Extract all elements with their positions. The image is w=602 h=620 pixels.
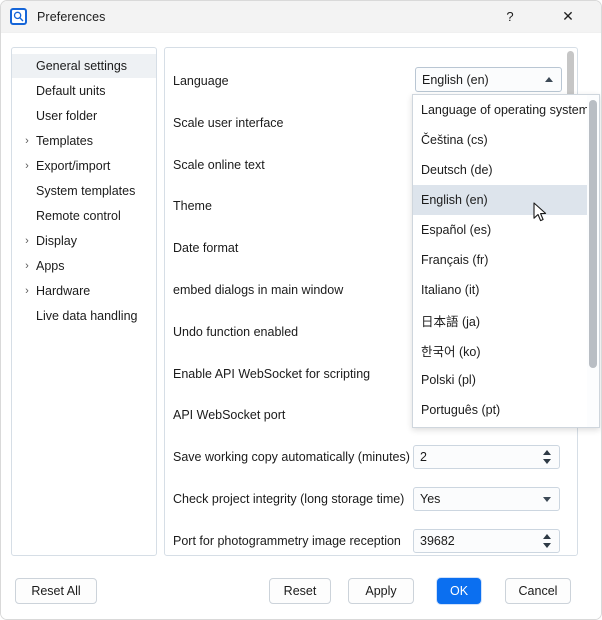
- setting-label: Undo function enabled: [173, 325, 298, 339]
- setting-label: Date format: [173, 241, 238, 255]
- sidebar-item-export-import[interactable]: ›Export/import: [12, 154, 156, 178]
- setting-label: Language: [173, 74, 229, 88]
- chevron-down-icon[interactable]: [543, 497, 551, 502]
- sidebar-item-label: Remote control: [36, 209, 121, 223]
- sidebar-item-label: Default units: [36, 84, 105, 98]
- sidebar-item-label: Apps: [36, 259, 65, 273]
- setting-value: 39682: [414, 534, 455, 548]
- dropdown-option[interactable]: 한국어 (ko): [413, 335, 589, 365]
- spinner-arrows-icon[interactable]: [543, 450, 552, 464]
- dropdown-option[interactable]: Français (fr): [413, 245, 589, 275]
- title-bar: Preferences ? ✕: [1, 1, 602, 33]
- sidebar-item-templates[interactable]: ›Templates: [12, 129, 156, 153]
- setting-label: API WebSocket port: [173, 408, 285, 422]
- help-button[interactable]: ?: [487, 1, 533, 32]
- sidebar-item-live-data-handling[interactable]: Live data handling: [12, 304, 156, 328]
- setting-row: Check project integrity (long storage ti…: [165, 478, 578, 520]
- settings-category-tree[interactable]: General settings Default units User folder…: [11, 47, 157, 556]
- chevron-right-icon[interactable]: ›: [18, 261, 36, 272]
- setting-spinbox[interactable]: 39682: [413, 529, 560, 553]
- setting-label: Check project integrity (long storage ti…: [173, 492, 404, 506]
- setting-value: Yes: [414, 492, 440, 506]
- chevron-right-icon[interactable]: ›: [18, 286, 36, 297]
- chevron-right-icon[interactable]: ›: [18, 236, 36, 247]
- sidebar-item-label: Display: [36, 234, 77, 248]
- ok-button[interactable]: OK: [437, 578, 481, 604]
- setting-label: Save working copy automatically (minutes…: [173, 450, 410, 464]
- dropdown-option[interactable]: Italiano (it): [413, 275, 589, 305]
- sidebar-item-label: Templates: [36, 134, 93, 148]
- setting-row: Port for photogrammetry image reception 3…: [165, 520, 578, 556]
- sidebar-item-label: Export/import: [36, 159, 110, 173]
- dropdown-option[interactable]: English (en): [413, 185, 589, 215]
- sidebar-item-hardware[interactable]: ›Hardware: [12, 279, 156, 303]
- spinner-arrows-icon[interactable]: [543, 534, 552, 548]
- dropdown-option[interactable]: Português (pt): [413, 395, 589, 425]
- dropdown-option[interactable]: Polski (pl): [413, 365, 589, 395]
- dropdown-scrollbar[interactable]: [587, 95, 599, 428]
- dropdown-option[interactable]: Deutsch (de): [413, 155, 589, 185]
- sidebar-item-system-templates[interactable]: System templates: [12, 179, 156, 203]
- chevron-right-icon[interactable]: ›: [18, 161, 36, 172]
- dropdown-option[interactable]: Language of operating system: [413, 95, 589, 125]
- language-dropdown-popup[interactable]: Language of operating systemČeština (cs)…: [412, 94, 600, 428]
- sidebar-item-display[interactable]: ›Display: [12, 229, 156, 253]
- setting-value: 2: [414, 450, 427, 464]
- sidebar-item-label: Hardware: [36, 284, 90, 298]
- setting-spinbox[interactable]: 2: [413, 445, 560, 469]
- dropdown-option[interactable]: 日本語 (ja): [413, 305, 589, 335]
- sidebar-item-label: User folder: [36, 109, 97, 123]
- chevron-up-icon: [545, 77, 553, 82]
- chevron-right-icon[interactable]: ›: [18, 136, 36, 147]
- sidebar-item-label: System templates: [36, 184, 135, 198]
- dialog-footer: Reset All Reset Apply OK Cancel: [1, 563, 602, 619]
- language-combobox-value: English (en): [416, 73, 489, 87]
- setting-label: Scale user interface: [173, 116, 283, 130]
- preferences-dialog: Preferences ? ✕ General settings Default …: [0, 0, 602, 620]
- sidebar-item-label: Live data handling: [36, 309, 137, 323]
- setting-row: Save working copy automatically (minutes…: [165, 436, 578, 478]
- sidebar-item-user-folder[interactable]: User folder: [12, 104, 156, 128]
- setting-label: Theme: [173, 199, 212, 213]
- sidebar-item-general-settings[interactable]: General settings: [12, 54, 156, 78]
- sidebar-item-label: General settings: [36, 59, 127, 73]
- search-app-icon: [10, 8, 27, 25]
- setting-combobox[interactable]: Yes: [413, 487, 560, 511]
- reset-all-button[interactable]: Reset All: [15, 578, 97, 604]
- apply-button[interactable]: Apply: [348, 578, 414, 604]
- reset-button[interactable]: Reset: [269, 578, 331, 604]
- setting-label: Port for photogrammetry image reception: [173, 534, 401, 548]
- setting-label: Scale online text: [173, 158, 265, 172]
- close-button[interactable]: ✕: [545, 1, 591, 32]
- cancel-button[interactable]: Cancel: [505, 578, 571, 604]
- sidebar-item-default-units[interactable]: Default units: [12, 79, 156, 103]
- window-title: Preferences: [37, 10, 106, 24]
- dropdown-scrollbar-thumb[interactable]: [589, 100, 597, 368]
- sidebar-item-remote-control[interactable]: Remote control: [12, 204, 156, 228]
- setting-label: embed dialogs in main window: [173, 283, 343, 297]
- sidebar-item-apps[interactable]: ›Apps: [12, 254, 156, 278]
- language-combobox[interactable]: English (en): [415, 67, 562, 92]
- setting-label: Enable API WebSocket for scripting: [173, 367, 370, 381]
- dropdown-option[interactable]: Čeština (cs): [413, 125, 589, 155]
- dropdown-option[interactable]: Español (es): [413, 215, 589, 245]
